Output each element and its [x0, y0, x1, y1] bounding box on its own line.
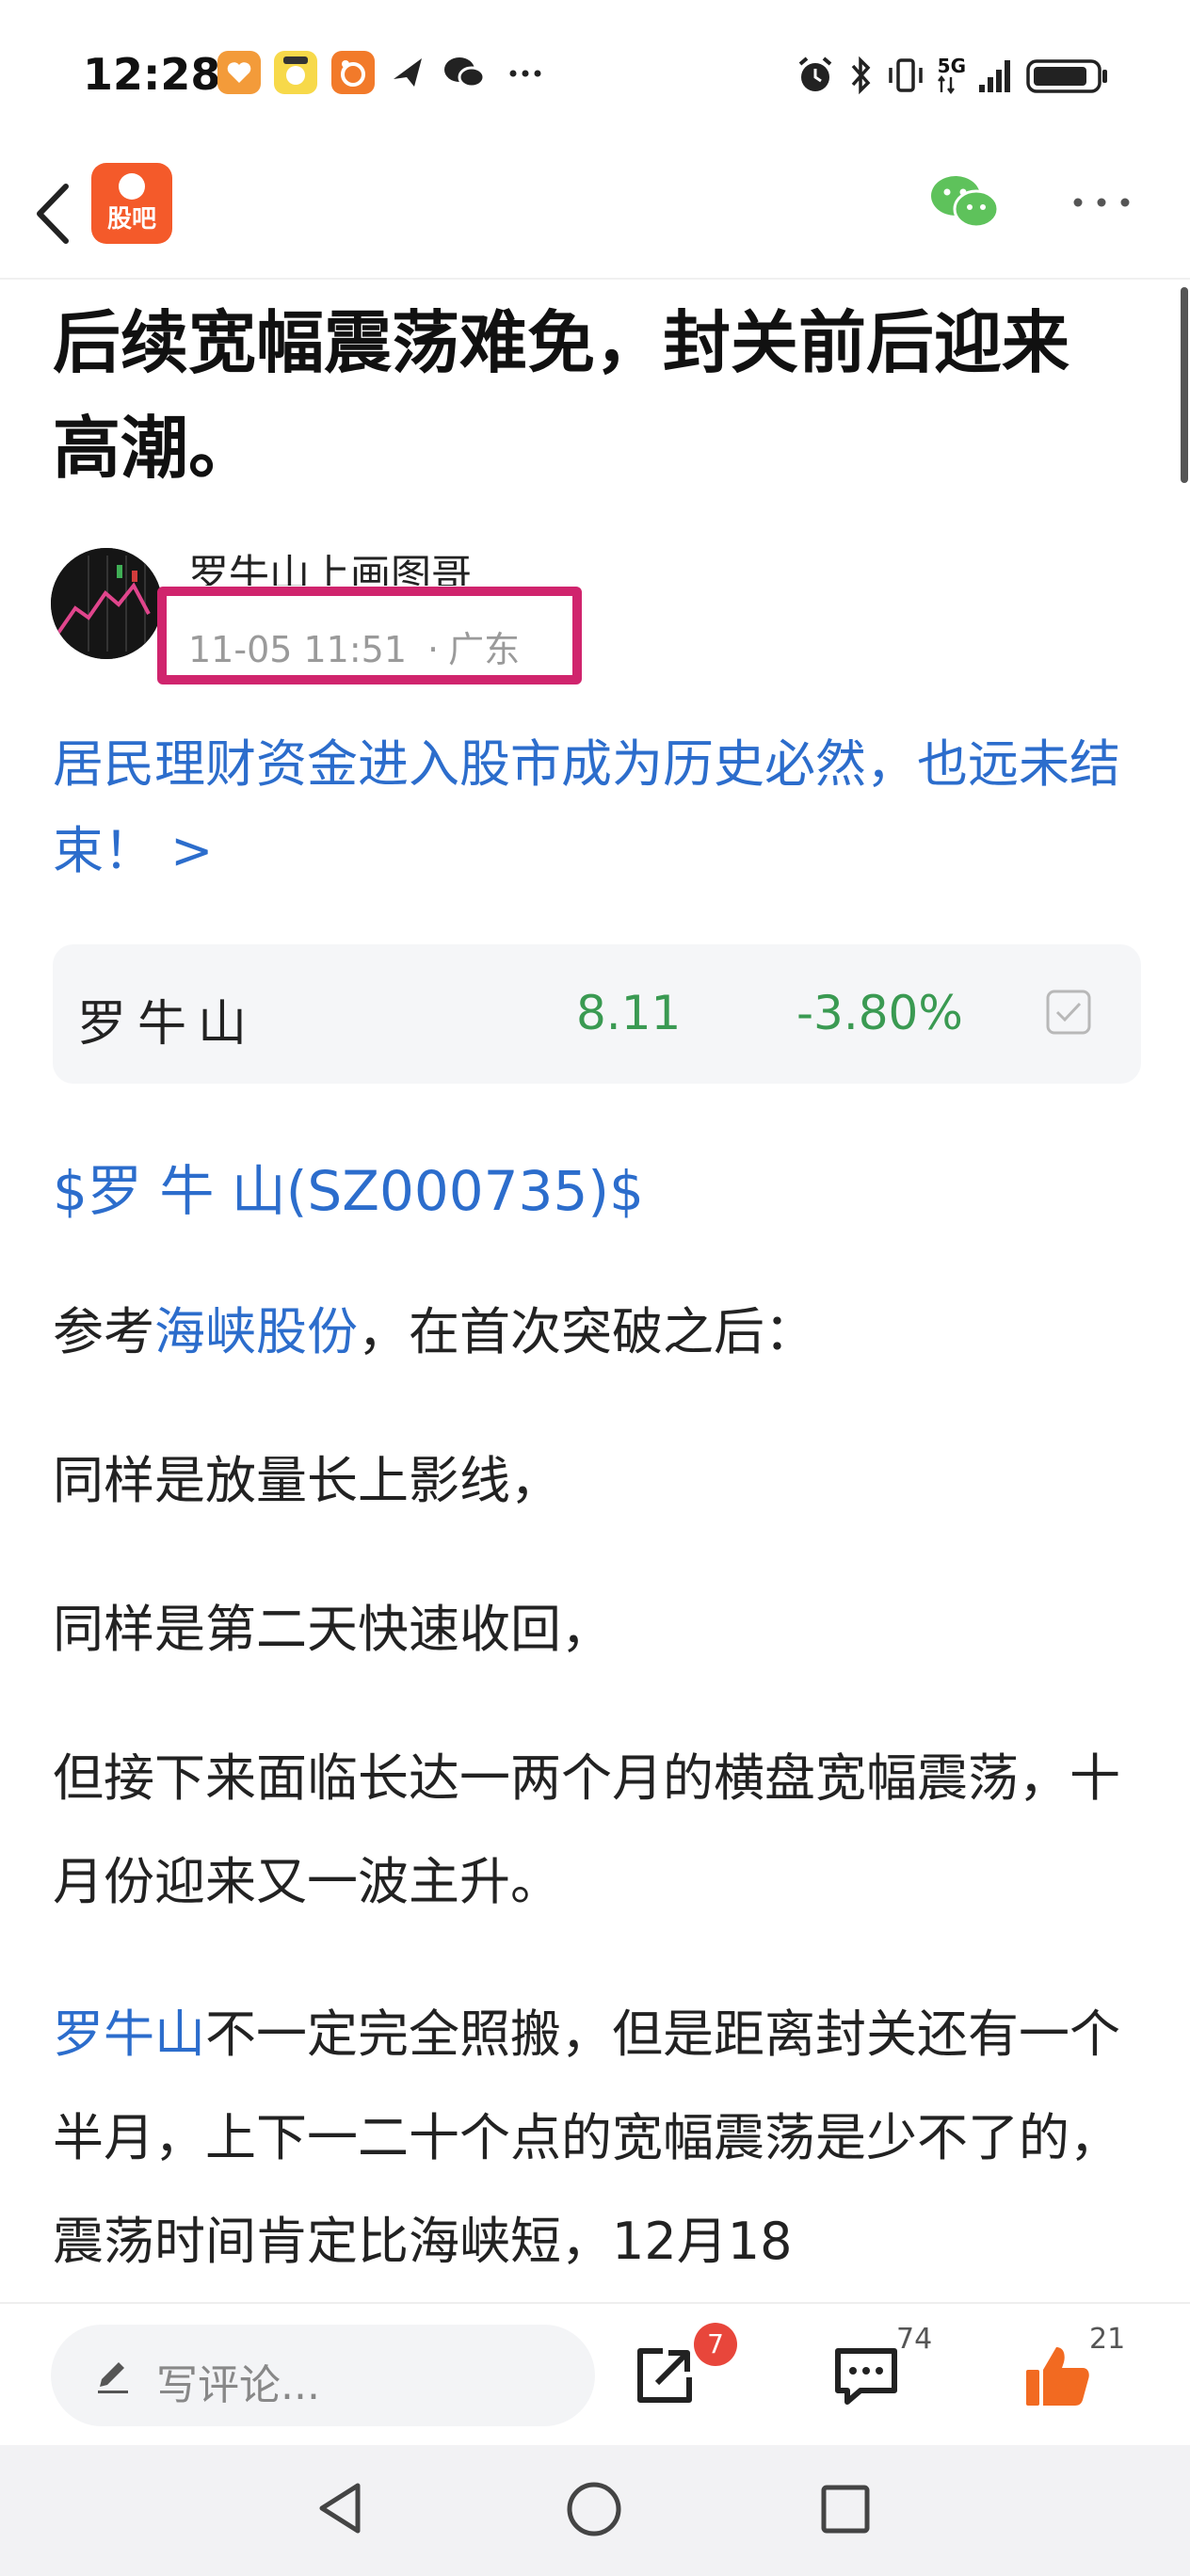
- back-icon: [37, 184, 69, 244]
- paragraph-5: 罗牛山不一定完全照搬，但是距离封关还有一个半月，上下一二十个点的宽幅震荡是少不了…: [53, 1983, 1145, 2294]
- checkbox-icon: [1046, 990, 1091, 1035]
- avatar-chart-image: [51, 548, 162, 659]
- stock-name: 罗牛山: [77, 996, 259, 1053]
- status-bar: 12:28 5G: [0, 0, 1190, 151]
- paragraph-1-prefix: 参考: [53, 1302, 154, 1361]
- system-back-button[interactable]: [313, 2478, 369, 2538]
- system-recent-button[interactable]: [819, 2483, 872, 2536]
- comment-input[interactable]: 写评论...: [51, 2325, 595, 2426]
- pet-app-icon: [274, 51, 317, 94]
- vibrate-icon: [888, 58, 923, 92]
- back-button[interactable]: [26, 171, 83, 256]
- feishu-icon: [388, 51, 431, 94]
- circle-home-icon: [567, 2482, 621, 2536]
- like-button[interactable]: [1022, 2342, 1092, 2411]
- post-location: 广东: [448, 629, 521, 670]
- meta-separator: ·: [427, 629, 440, 670]
- add-watchlist-button[interactable]: [1045, 989, 1092, 1036]
- system-nav-bar: [0, 2445, 1190, 2576]
- comment-count: 74: [896, 2323, 933, 2356]
- square-recent-icon: [821, 2485, 870, 2534]
- heart-app-icon: [217, 51, 261, 94]
- post-meta: 11-05 11:51 · 广东: [188, 620, 520, 672]
- post-title: 后续宽幅震荡难免，封关前后迎来高潮。: [53, 303, 1070, 488]
- paragraph-3: 同样是第二天快速收回，: [53, 1600, 612, 1659]
- alarm-icon: [798, 56, 831, 91]
- triangle-back-icon: [319, 2483, 361, 2534]
- author-name[interactable]: 罗牛山上画图哥: [188, 548, 472, 586]
- comment-placeholder: 写评论...: [156, 2361, 320, 2409]
- action-bar: 写评论... 7 74 21: [0, 2302, 1190, 2447]
- like-count: 21: [1089, 2323, 1126, 2356]
- stock-link-luoniushan[interactable]: 罗牛山: [53, 2004, 205, 2064]
- battery-icon: [1026, 59, 1107, 93]
- stock-change: -3.80%: [796, 986, 963, 1040]
- share-button[interactable]: [631, 2342, 699, 2409]
- share-icon: [637, 2348, 692, 2403]
- more-button[interactable]: [1069, 188, 1134, 217]
- system-home-button[interactable]: [565, 2480, 623, 2538]
- paragraph-1: 参考海峡股份，在首次突破之后：: [53, 1280, 1145, 1384]
- network-label: 5G: [937, 55, 966, 77]
- stock-price: 8.11: [576, 986, 682, 1040]
- comment-icon: [835, 2348, 897, 2405]
- more-dots-icon: [505, 51, 548, 94]
- scrollbar[interactable]: [1181, 287, 1188, 483]
- logo-text: 股吧: [106, 205, 156, 233]
- nav-bar: 股吧: [0, 151, 1190, 280]
- paragraph-2: 同样是放量长上影线，: [53, 1451, 561, 1510]
- promo-link[interactable]: 居民理财资金进入股市成为历史必然，也远未结束！ >: [53, 721, 1145, 894]
- status-icons: 5G: [795, 49, 1109, 102]
- thumbs-up-icon: [1026, 2347, 1089, 2406]
- signal-icon: [979, 60, 1010, 92]
- status-time: 12:28: [83, 49, 221, 100]
- wechat-share-icon: [931, 176, 1000, 229]
- comments-button[interactable]: [832, 2345, 900, 2407]
- post-date: 11-05 11:51: [188, 629, 408, 670]
- data-arrows-icon: [937, 75, 955, 94]
- paragraph-5-text: 不一定完全照搬，但是距离封关还有一个半月，上下一二十个点的宽幅震荡是少不了的，震…: [53, 2004, 1120, 2271]
- wechat-share-button[interactable]: [927, 169, 1003, 235]
- stock-tag-link[interactable]: $罗 牛 山(SZ000735)$: [53, 1147, 644, 1226]
- stock-link-haixia[interactable]: 海峡股份: [154, 1302, 358, 1361]
- share-badge: 7: [694, 2323, 737, 2366]
- logo-mark-icon: [119, 173, 145, 200]
- author-avatar[interactable]: [51, 548, 162, 659]
- bluetooth-icon: [851, 56, 871, 95]
- more-icon: [1073, 198, 1130, 207]
- paragraph-1-suffix: ，在首次突破之后：: [358, 1302, 815, 1361]
- meituan-app-icon: [331, 51, 375, 94]
- wechat-icon: [441, 51, 486, 94]
- stock-card[interactable]: 罗牛山 8.11 -3.80%: [53, 944, 1141, 1084]
- guba-logo[interactable]: 股吧: [91, 163, 172, 244]
- paragraph-4: 但接下来面临长达一两个月的横盘宽幅震荡，十月份迎来又一波主升。: [53, 1748, 1120, 1911]
- pen-icon: [98, 2362, 128, 2393]
